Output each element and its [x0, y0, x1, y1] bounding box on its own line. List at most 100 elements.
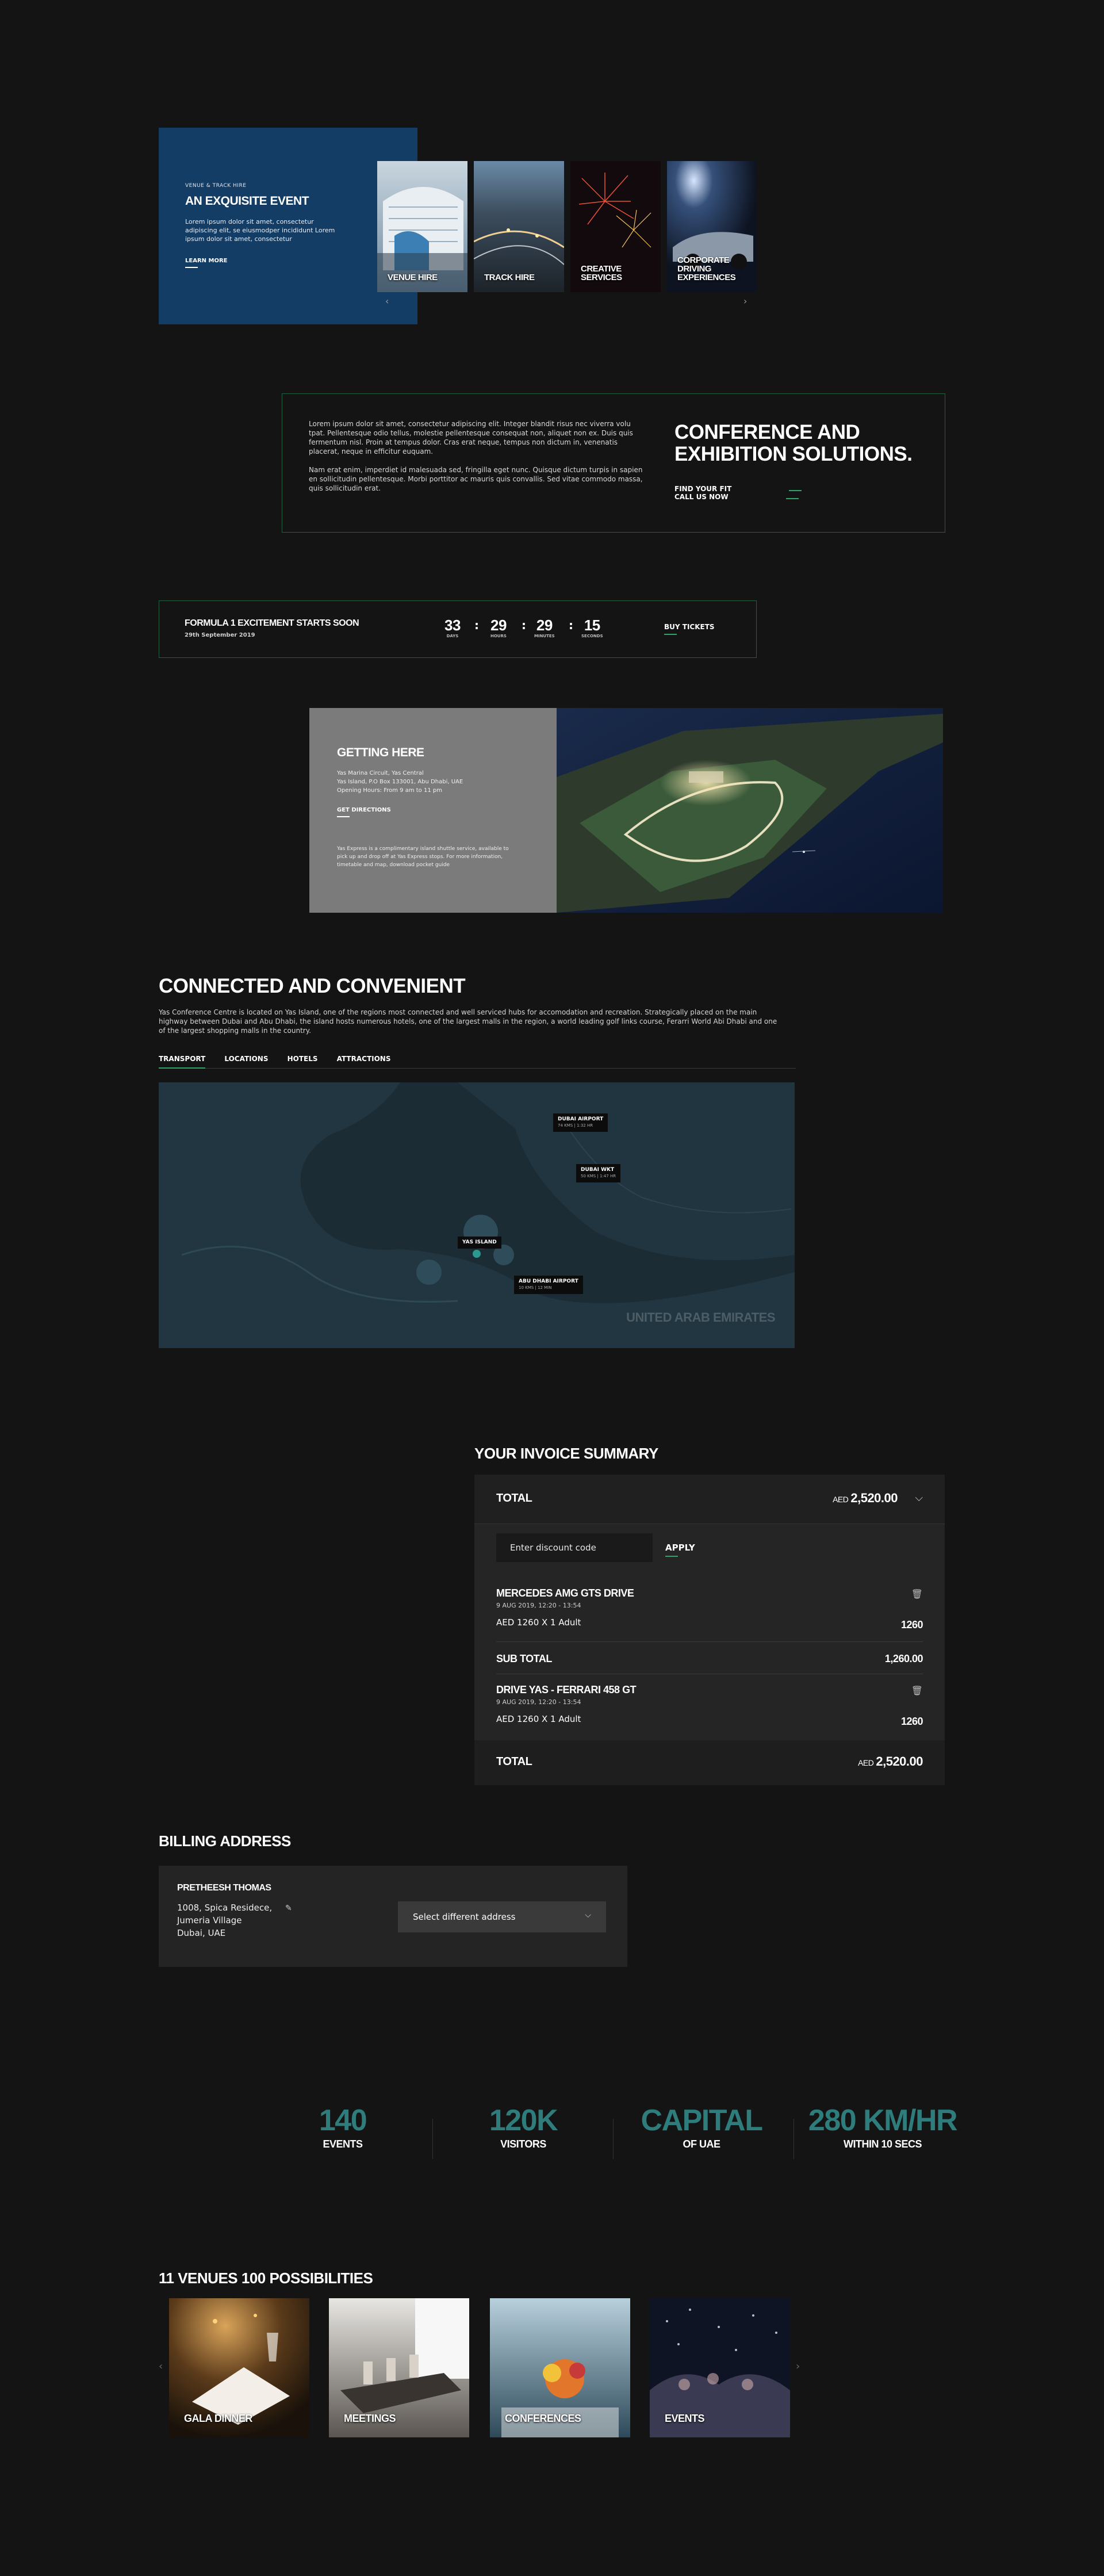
- countdown-days: 33 DAYS: [444, 617, 461, 638]
- card-track-hire[interactable]: TRACK HIRE: [474, 161, 564, 292]
- pin-distance: 10 KMS | 12 MIN: [519, 1285, 552, 1290]
- item-price: AED 1260 X 1 Adult: [496, 1617, 581, 1628]
- countdown-minutes: 29 MINUTES: [534, 617, 555, 638]
- invoice-item: MERCEDES AMG GTS DRIVE 9 AUG 2019, 12:20…: [496, 1587, 923, 1631]
- discount-code-input[interactable]: [496, 1533, 653, 1562]
- total-value: 2,520.00: [850, 1491, 898, 1505]
- minutes-value: 29: [536, 617, 553, 634]
- total-value: 2,520.00: [876, 1754, 923, 1769]
- pin-dubai-wkt[interactable]: DUBAI WKT 50 KMS | 1:47 HR: [576, 1164, 621, 1182]
- learn-more-link[interactable]: LEARN MORE: [185, 258, 227, 268]
- tab-transport[interactable]: TRANSPORT: [159, 1055, 206, 1069]
- venue-card-label: CONFERENCES: [505, 2413, 581, 2424]
- region-map[interactable]: DUBAI AIRPORT 74 KMS | 1:32 HR DUBAI WKT…: [159, 1082, 795, 1348]
- pin-dubai-airport[interactable]: DUBAI AIRPORT 74 KMS | 1:32 HR: [553, 1113, 608, 1132]
- card-label: TRACK HIRE: [484, 273, 535, 282]
- conference-text: Lorem ipsum dolor sit amet, consectetur …: [309, 419, 648, 493]
- getting-here-panel: GETTING HERE Yas Marina Circuit, Yas Cen…: [309, 708, 557, 913]
- venue-card-label: GALA DINNER: [184, 2413, 252, 2424]
- learn-more-label: LEARN MORE: [185, 258, 228, 264]
- countdown-banner: FORMULA 1 EXCITEMENT STARTS SOON 29th Se…: [159, 600, 757, 658]
- pin-abu-dhabi-airport[interactable]: ABU DHABI AIRPORT 10 KMS | 12 MIN: [514, 1276, 583, 1294]
- stat-visitors: 120K VISITORS: [454, 2105, 592, 2150]
- billing-address-card: PRETHEESH THOMAS 1008, Spica Residece, J…: [159, 1866, 627, 1967]
- conference-title: CONFERENCE AND EXHIBITION SOLUTIONS.: [674, 421, 913, 465]
- call-us-now-link[interactable]: CALL US NOW: [674, 493, 856, 501]
- aerial-map-image: [557, 708, 943, 913]
- underline: [785, 498, 799, 499]
- yas-express-note: Yas Express is a complimentary island sh…: [337, 846, 509, 868]
- conference-links: FIND YOUR FIT CALL US NOW: [674, 485, 945, 501]
- subtotal-row: SUB TOTAL 1,260.00: [496, 1653, 923, 1665]
- stat-capital: CAPITAL OF UAE: [632, 2105, 770, 2150]
- find-your-fit-link[interactable]: FIND YOUR FIT: [674, 485, 859, 493]
- carousel-next-icon[interactable]: ›: [743, 296, 747, 307]
- find-your-fit-label: FIND YOUR FIT: [674, 485, 732, 493]
- stat-speed: 280 KM/HR WITHIN 10 SECS: [805, 2105, 960, 2150]
- pin-name: DUBAI AIRPORT: [558, 1116, 604, 1122]
- address-select[interactable]: Select different address ⌵: [398, 1901, 606, 1932]
- tab-locations[interactable]: LOCATIONS: [224, 1055, 268, 1067]
- address-line: 1008, Spica Residece,: [177, 1903, 273, 1913]
- venue-card-meetings[interactable]: MEETINGS: [329, 2298, 469, 2437]
- days-label: DAYS: [446, 634, 459, 638]
- hours-value: 29: [490, 617, 507, 634]
- invoice-summary: TOTAL AED2,520.00 ⌵ APPLY MERCEDES AMG G…: [474, 1475, 945, 1785]
- stat-number: 280 KM/HR: [808, 2104, 958, 2137]
- countdown-hours: 29 HOURS: [490, 617, 507, 638]
- divider: [793, 2119, 794, 2159]
- card-corporate-driving[interactable]: CORPORATE DRIVING EXPERIENCES: [667, 161, 757, 292]
- card-creative-services[interactable]: CREATIVE SERVICES: [570, 161, 661, 292]
- stat-label: OF UAE: [683, 2138, 720, 2150]
- carousel-prev-icon[interactable]: ‹: [385, 296, 389, 307]
- total-amount: AED 2,520.00: [833, 1491, 898, 1506]
- card-venue-hire[interactable]: VENUE HIRE: [377, 161, 467, 292]
- currency: AED: [858, 1758, 874, 1767]
- tab-hotels[interactable]: HOTELS: [288, 1055, 318, 1067]
- pin-name: DUBAI WKT: [581, 1167, 615, 1173]
- tab-attractions[interactable]: ATTRACTIONS: [337, 1055, 391, 1067]
- map-country-label: UNITED ARAB EMIRATES: [626, 1310, 775, 1325]
- get-directions-link[interactable]: GET DIRECTIONS: [337, 807, 391, 817]
- days-value: 33: [444, 617, 461, 634]
- buy-tickets-link[interactable]: BUY TICKETS: [664, 623, 715, 635]
- hero-title: AN EXQUISITE EVENT: [185, 194, 309, 208]
- chevron-down-icon[interactable]: ⌵: [915, 1492, 923, 1504]
- stat-number: 140: [319, 2104, 367, 2137]
- item-name: MERCEDES AMG GTS DRIVE: [496, 1587, 634, 1599]
- underline: [665, 1556, 678, 1557]
- underline: [789, 490, 802, 491]
- location-tabs: TRANSPORT LOCATIONS HOTELS ATTRACTIONS: [159, 1052, 796, 1069]
- venue-card-conferences[interactable]: CONFERENCES: [490, 2298, 630, 2437]
- opening-hours: Opening Hours: From 9 am to 11 pm: [337, 787, 442, 794]
- pin-yas-island[interactable]: YAS ISLAND: [458, 1237, 501, 1249]
- pin-name: YAS ISLAND: [462, 1239, 497, 1245]
- invoice-header[interactable]: TOTAL AED 2,520.00 ⌵: [474, 1475, 945, 1524]
- venues-prev-icon[interactable]: ‹: [159, 2360, 163, 2372]
- item-name: DRIVE YAS - FERRARI 458 GT: [496, 1684, 637, 1695]
- address-select-label: Select different address: [413, 1912, 516, 1922]
- invoice-footer: TOTAL AED 2,520.00: [474, 1740, 945, 1785]
- divider: [496, 1641, 923, 1642]
- venue-card-events[interactable]: EVENTS: [650, 2298, 790, 2437]
- subtotal-value: 1,260.00: [884, 1653, 923, 1664]
- separator: :: [522, 618, 526, 632]
- subtotal-label: SUB TOTAL: [496, 1653, 552, 1664]
- apply-discount-button[interactable]: APPLY: [665, 1542, 695, 1557]
- address-line: Dubai, UAE: [177, 1928, 226, 1938]
- countdown-title: FORMULA 1 EXCITEMENT STARTS SOON: [185, 618, 359, 628]
- chevron-down-icon: ⌵: [585, 1911, 591, 1920]
- connected-title: CONNECTED AND CONVENIENT: [159, 975, 466, 997]
- venues-next-icon[interactable]: ›: [796, 2360, 800, 2372]
- seconds-label: SECONDS: [581, 634, 603, 638]
- countdown-date: 29th September 2019: [185, 632, 255, 638]
- trash-icon[interactable]: 🗑: [911, 1685, 923, 1696]
- trash-icon[interactable]: 🗑: [911, 1589, 923, 1599]
- address-line: Jumeria Village: [177, 1915, 242, 1926]
- connected-text: Yas Conference Centre is located on Yas …: [159, 1008, 777, 1035]
- venue-card-gala-dinner[interactable]: GALA DINNER: [169, 2298, 309, 2437]
- stat-number: 120K: [489, 2104, 558, 2137]
- card-label: CREATIVE SERVICES: [581, 264, 622, 282]
- edit-pencil-icon[interactable]: ✎: [285, 1904, 292, 1913]
- total-amount: AED 2,520.00: [858, 1754, 923, 1769]
